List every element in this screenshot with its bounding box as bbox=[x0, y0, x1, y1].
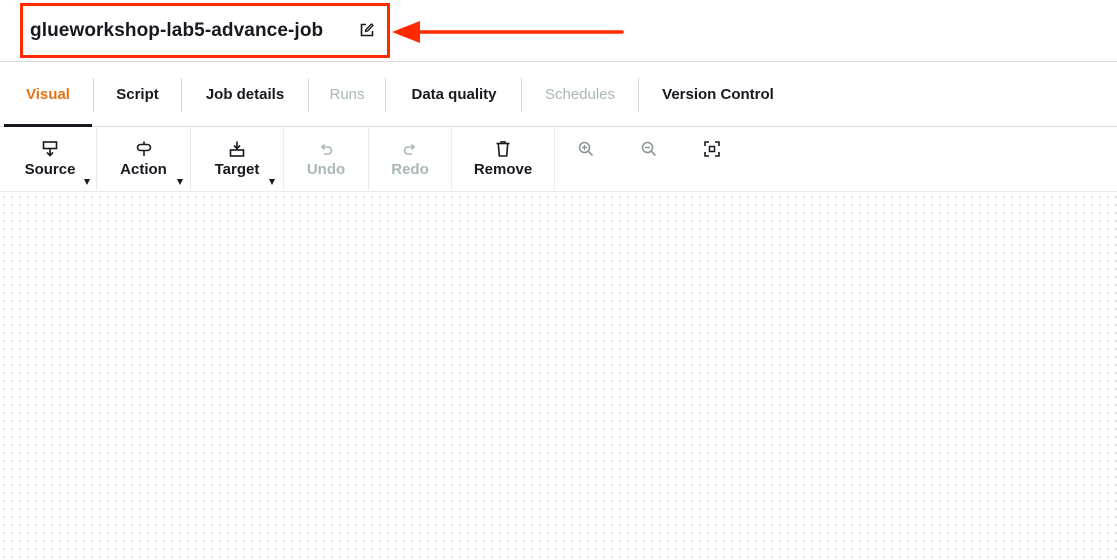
job-title-highlight-box: glueworkshop-lab5-advance-job bbox=[20, 3, 390, 58]
visual-editor-canvas[interactable] bbox=[0, 193, 1117, 560]
toolbar-divider bbox=[190, 128, 191, 190]
tab-script[interactable]: Script bbox=[94, 62, 181, 126]
target-button[interactable]: Target bbox=[191, 128, 283, 192]
tab-version-control[interactable]: Version Control bbox=[639, 62, 797, 126]
job-header: glueworkshop-lab5-advance-job bbox=[0, 0, 1117, 62]
tab-divider bbox=[308, 78, 309, 112]
chevron-down-icon bbox=[177, 179, 183, 185]
remove-label: Remove bbox=[473, 161, 533, 178]
tab-runs: Runs bbox=[329, 85, 365, 103]
remove-button[interactable]: Remove bbox=[452, 128, 554, 192]
redo-icon bbox=[401, 140, 419, 158]
transform-node-icon bbox=[135, 140, 153, 158]
tab-divider bbox=[181, 78, 182, 112]
target-node-icon bbox=[228, 140, 246, 158]
job-name[interactable]: glueworkshop-lab5-advance-job bbox=[30, 20, 323, 42]
action-button[interactable]: Action bbox=[97, 128, 190, 192]
tab-schedules: Schedules bbox=[544, 85, 616, 103]
tab-divider bbox=[521, 78, 522, 112]
tab-divider bbox=[638, 78, 639, 112]
source-label: Source bbox=[24, 161, 76, 178]
toolbar-divider bbox=[283, 128, 284, 190]
zoom-out-button[interactable] bbox=[633, 128, 665, 192]
chevron-down-icon bbox=[84, 179, 90, 185]
undo-label: Undo bbox=[306, 161, 346, 178]
redo-button: Redo bbox=[369, 128, 451, 192]
zoom-in-button[interactable] bbox=[570, 128, 602, 192]
fit-to-screen-icon bbox=[703, 140, 721, 158]
job-tabs: Visual Script Job details Runs Data qual… bbox=[0, 62, 1117, 127]
toolbar-divider bbox=[368, 128, 369, 190]
tab-data-quality[interactable]: Data quality bbox=[386, 62, 522, 126]
undo-button: Undo bbox=[284, 128, 368, 192]
toolbar-divider bbox=[451, 128, 452, 190]
edit-icon[interactable] bbox=[359, 22, 375, 38]
tab-divider bbox=[93, 78, 94, 112]
chevron-down-icon bbox=[269, 179, 275, 185]
toolbar-divider bbox=[554, 128, 555, 190]
zoom-out-icon bbox=[640, 140, 658, 158]
annotation-arrow-icon bbox=[392, 21, 624, 43]
tab-job-details[interactable]: Job details bbox=[182, 62, 308, 126]
canvas-toolbar: Source Action Target Undo Redo Remove bbox=[0, 128, 1117, 192]
tab-divider bbox=[385, 78, 386, 112]
trash-icon bbox=[494, 140, 512, 158]
toolbar-divider bbox=[96, 128, 97, 190]
source-button[interactable]: Source bbox=[4, 128, 96, 192]
active-tab-indicator bbox=[4, 124, 92, 127]
target-label: Target bbox=[214, 161, 260, 178]
redo-label: Redo bbox=[391, 161, 429, 178]
action-label: Action bbox=[120, 161, 167, 178]
source-node-icon bbox=[41, 140, 59, 158]
zoom-in-icon bbox=[577, 140, 595, 158]
undo-icon bbox=[317, 140, 335, 158]
tab-visual[interactable]: Visual bbox=[4, 62, 92, 126]
fit-to-screen-button[interactable] bbox=[696, 128, 728, 192]
